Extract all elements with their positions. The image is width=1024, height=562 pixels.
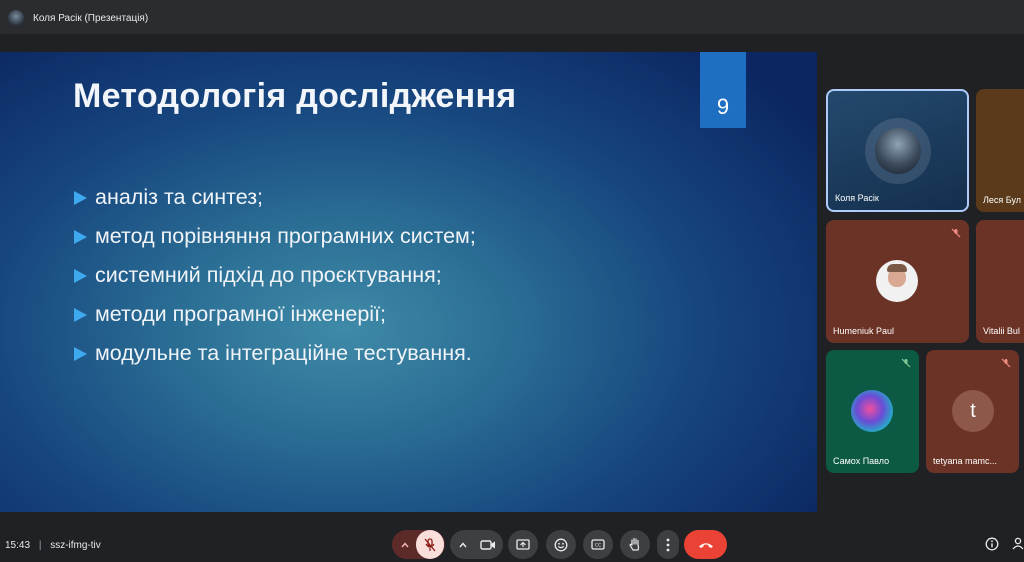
presenter-avatar [8, 10, 24, 26]
participant-name: Humeniuk Paul [833, 326, 895, 336]
bullet-arrow-icon [74, 229, 87, 244]
raise-hand-button[interactable] [620, 530, 650, 559]
mic-off-icon [424, 537, 435, 551]
participant-tile[interactable]: Humeniuk Paul [826, 220, 969, 343]
mic-off-icon [949, 226, 963, 240]
meeting-details-button[interactable] [985, 537, 999, 556]
meeting-time: 15:43 [5, 540, 31, 551]
participant-tile[interactable]: Леся Бул [976, 89, 1024, 212]
bullet-arrow-icon [74, 346, 87, 361]
svg-text:CC: CC [595, 543, 601, 549]
bullet-text: аналіз та синтез; [95, 185, 264, 209]
participant-name: Коля Расік [835, 193, 879, 203]
slide-bullet: модульне та інтеграційне тестування. [74, 334, 476, 373]
info-icon [985, 537, 999, 551]
bullet-arrow-icon [74, 268, 87, 283]
phone-hangup-icon [698, 542, 713, 548]
participant-tile[interactable]: Коля Расік [826, 89, 969, 212]
meeting-separator: | [38, 540, 42, 551]
avatar [876, 260, 918, 302]
bullet-text: методи програмної інженерії; [95, 302, 387, 326]
bullet-arrow-icon [74, 190, 87, 205]
slide-bullet: аналіз та синтез; [74, 178, 476, 217]
participant-tile[interactable]: t tetyana mamc... [926, 350, 1019, 473]
presentation-header: Коля Расік (Презентація) [0, 0, 1024, 34]
captions-icon: CC [591, 539, 605, 550]
shared-slide: Методологія дослідження 9 аналіз та синт… [0, 52, 817, 512]
people-button[interactable] [1012, 537, 1024, 556]
slide-bullet-list: аналіз та синтез; метод порівняння прогр… [74, 178, 476, 373]
participant-name: Vitalii Bul [983, 326, 1020, 336]
participant-name: Самох Павло [833, 456, 890, 466]
slide-title: Методологія дослідження [73, 77, 517, 115]
mic-off-icon [899, 356, 913, 370]
camera-control-group [450, 530, 503, 559]
participant-name: tetyana mamc... [933, 456, 998, 466]
avatar [865, 118, 931, 184]
mic-off-icon [999, 356, 1013, 370]
reactions-button[interactable] [546, 530, 576, 559]
participant-name: Леся Бул [983, 195, 1022, 205]
slide-bullet: метод порівняння програмних систем; [74, 217, 476, 256]
more-vert-icon [666, 538, 670, 551]
camera-toggle-button[interactable] [474, 539, 502, 551]
mic-options-chevron-icon[interactable] [394, 541, 416, 548]
window-title: Коля Расік (Презентація) [33, 13, 149, 24]
captions-button[interactable]: CC [583, 530, 613, 559]
slide-page-number: 9 [700, 52, 746, 128]
people-icon [1012, 537, 1024, 550]
meeting-info: 15:43 | ssz-ifmg-tiv [5, 540, 101, 551]
camera-options-chevron-icon[interactable] [452, 541, 474, 548]
emoji-icon [554, 538, 568, 551]
meeting-code: ssz-ifmg-tiv [50, 540, 101, 551]
mic-control-group [392, 530, 445, 559]
more-options-button[interactable] [657, 530, 679, 559]
participant-tile[interactable]: Vitalii Bul [976, 220, 1024, 343]
slide-bullet: методи програмної інженерії; [74, 295, 476, 334]
bullet-text: системний підхід до проєктування; [95, 263, 442, 287]
leave-call-button[interactable] [684, 530, 727, 559]
present-screen-button[interactable] [508, 530, 538, 559]
page-number-text: 9 [716, 94, 730, 119]
avatar [851, 390, 893, 432]
avatar-initial: t [970, 399, 976, 422]
video-camera-icon [479, 539, 495, 550]
present-screen-icon [516, 538, 530, 550]
bullet-text: метод порівняння програмних систем; [95, 224, 476, 248]
mic-toggle-button[interactable] [415, 530, 444, 559]
bullet-text: модульне та інтеграційне тестування. [95, 341, 472, 365]
slide-bullet: системний підхід до проєктування; [74, 256, 476, 295]
bullet-arrow-icon [74, 307, 87, 322]
avatar: t [952, 390, 994, 432]
participant-tile[interactable]: Самох Павло [826, 350, 919, 473]
hand-icon [629, 537, 640, 551]
